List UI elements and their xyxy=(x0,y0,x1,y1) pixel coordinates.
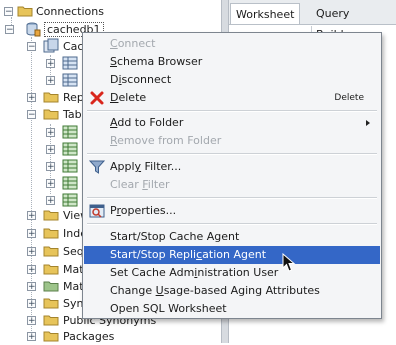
menu-item-label: Clear Filter xyxy=(110,178,170,191)
cache-groups-icon xyxy=(43,38,59,53)
folder-icon xyxy=(43,109,59,120)
tree-node-label: Mat xyxy=(63,263,84,276)
menu-item-label: Set Cache Administration User xyxy=(110,266,279,279)
tree-node-label: Seq xyxy=(63,245,84,258)
table-icon xyxy=(62,73,78,87)
expand-icon[interactable]: + xyxy=(46,128,55,138)
menu-item-change-aging-attributes[interactable]: Change Usage-based Aging Attributes xyxy=(84,282,380,300)
mouse-pointer-icon xyxy=(282,253,296,272)
menu-item-label: Start/Stop Replication Agent xyxy=(110,248,267,261)
expand-icon[interactable]: + xyxy=(46,196,55,206)
menu-item-label: Disconnect xyxy=(110,73,172,86)
menu-item-start-stop-replication-agent[interactable]: Start/Stop Replication Agent xyxy=(84,246,380,264)
menu-item-connect[interactable]: Connect xyxy=(84,35,380,53)
menu-item-disconnect[interactable]: Disconnect xyxy=(84,71,380,89)
menu-item-label: Apply Filter... xyxy=(110,160,182,173)
folder-icon xyxy=(17,6,33,17)
menu-item-schema-browser[interactable]: Schema Browser xyxy=(84,53,380,71)
menu-item-properties[interactable]: Properties... xyxy=(84,202,380,220)
tree-node-label: Packages xyxy=(63,330,115,343)
menu-separator xyxy=(87,153,377,155)
folder-icon xyxy=(43,228,59,239)
table-icon xyxy=(62,56,78,70)
menu-item-start-stop-cache-agent[interactable]: Start/Stop Cache Agent xyxy=(84,228,380,246)
expand-icon[interactable]: + xyxy=(46,76,55,86)
menu-item-label: Schema Browser xyxy=(110,55,203,68)
cached-table-icon xyxy=(62,176,78,190)
folder-icon xyxy=(43,298,59,309)
menu-item-apply-filter[interactable]: Apply Filter... xyxy=(84,158,380,176)
menu-item-label: Delete xyxy=(110,91,147,104)
cached-table-icon xyxy=(62,159,78,173)
expand-icon[interactable]: + xyxy=(27,229,36,239)
properties-icon xyxy=(89,204,105,218)
menu-item-set-cache-administration-user[interactable]: Set Cache Administration User xyxy=(84,264,380,282)
cached-table-icon xyxy=(62,125,78,139)
menu-item-label: Properties... xyxy=(110,204,177,217)
collapse-icon[interactable]: − xyxy=(27,110,36,120)
filter-icon xyxy=(89,160,105,174)
menu-item-label: Connect xyxy=(110,37,156,50)
expand-icon[interactable]: + xyxy=(27,282,36,292)
folder-icon xyxy=(43,281,59,292)
collapse-icon[interactable]: − xyxy=(5,25,14,35)
expand-icon[interactable]: + xyxy=(27,299,36,309)
expand-icon[interactable]: + xyxy=(27,332,36,342)
menu-item-add-to-folder[interactable]: Add to Folder xyxy=(84,114,380,132)
menu-item-label: Add to Folder xyxy=(110,116,184,129)
menu-item-label: Start/Stop Cache Agent xyxy=(110,230,240,243)
folder-icon xyxy=(43,331,59,342)
cached-table-icon xyxy=(62,193,78,207)
tree-node-label: Tab xyxy=(63,108,82,121)
tree-node-label: Connections xyxy=(36,5,104,18)
menu-item-label: Open SQL Worksheet xyxy=(110,302,227,315)
expand-icon[interactable]: + xyxy=(27,93,36,103)
menu-separator xyxy=(87,197,377,199)
expand-icon[interactable]: + xyxy=(46,179,55,189)
expand-icon[interactable]: + xyxy=(27,316,36,326)
folder-icon xyxy=(43,210,59,221)
expand-icon[interactable]: + xyxy=(46,145,55,155)
red-x-delete-icon xyxy=(90,91,104,105)
expand-icon[interactable]: + xyxy=(27,211,36,221)
tree-node-label: Syn xyxy=(63,297,84,310)
tree-node-label: Mat xyxy=(63,280,84,293)
menu-separator xyxy=(87,223,377,225)
folder-icon xyxy=(43,246,59,257)
tree-node-label: Cac xyxy=(63,40,84,53)
expand-icon[interactable]: + xyxy=(27,247,36,257)
menu-item-clear-filter[interactable]: Clear Filter xyxy=(84,176,380,194)
submenu-arrow-icon xyxy=(366,120,370,126)
expand-icon[interactable]: + xyxy=(46,59,55,69)
expand-icon[interactable]: + xyxy=(46,162,55,172)
collapse-icon[interactable]: − xyxy=(4,7,13,17)
menu-item-label: Remove from Folder xyxy=(110,134,222,147)
context-menu: Connect Schema Browser Disconnect Delete… xyxy=(82,32,382,319)
folder-icon xyxy=(43,315,59,326)
expand-icon[interactable]: + xyxy=(27,265,36,275)
menu-separator xyxy=(87,110,377,112)
tab-worksheet[interactable]: Worksheet xyxy=(230,3,301,24)
menu-item-open-sql-worksheet[interactable]: Open SQL Worksheet xyxy=(84,300,380,318)
cached-table-icon xyxy=(62,142,78,156)
collapse-icon[interactable]: − xyxy=(27,42,36,52)
menu-item-delete[interactable]: Delete Delete xyxy=(84,89,380,107)
database-icon xyxy=(26,22,41,37)
editor-tab-bar: Worksheet Query Builder xyxy=(229,0,396,41)
tab-query-builder[interactable]: Query Builder xyxy=(311,3,396,41)
folder-icon xyxy=(43,92,59,103)
menu-item-accelerator: Delete xyxy=(334,93,364,103)
menu-item-label: Change Usage-based Aging Attributes xyxy=(110,284,320,297)
tree-guide-line xyxy=(31,37,32,337)
menu-item-remove-from-folder[interactable]: Remove from Folder xyxy=(84,132,380,150)
folder-icon xyxy=(43,264,59,275)
tree-node-label: Rep xyxy=(63,91,84,104)
